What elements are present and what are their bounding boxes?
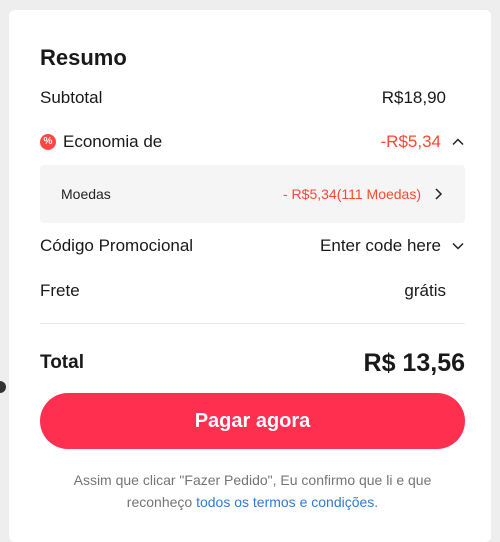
- chevron-right-icon[interactable]: [431, 187, 445, 201]
- promo-code-label: Código Promocional: [40, 236, 194, 255]
- chevron-down-icon[interactable]: [451, 239, 465, 253]
- chevron-up-icon[interactable]: [451, 135, 465, 149]
- saving-row[interactable]: % Economia de -R$5,34: [40, 127, 465, 157]
- summary-title: Resumo: [40, 45, 127, 70]
- subtotal-row: Subtotal R$18,90: [40, 83, 446, 113]
- shipping-label: Frete: [40, 281, 80, 300]
- saving-value: -R$5,34: [380, 132, 441, 151]
- promo-code-input-group[interactable]: Enter code here: [320, 236, 465, 256]
- saving-label-group: % Economia de: [40, 132, 162, 152]
- shipping-value: grátis: [404, 281, 446, 300]
- promo-code-row[interactable]: Código Promocional Enter code here: [40, 231, 465, 261]
- coins-label: Moedas: [61, 186, 111, 202]
- total-value: R$ 13,56: [363, 348, 465, 377]
- saving-value-group: -R$5,34: [381, 132, 465, 152]
- shipping-row: Frete grátis: [40, 276, 446, 306]
- promo-code-input[interactable]: Enter code here: [320, 236, 441, 256]
- subtotal-label: Subtotal: [40, 88, 103, 107]
- coins-discount-row[interactable]: Moedas - R$5,34(111 Moedas): [40, 165, 465, 223]
- saving-label: Economia de: [63, 132, 163, 151]
- total-row: Total R$ 13,56: [40, 345, 465, 381]
- side-indicator-dot: [0, 381, 6, 393]
- terms-notice: Assim que clicar "Fazer Pedido", Eu conf…: [40, 469, 465, 513]
- order-summary-card: Resumo Subtotal R$18,90 % Economia de -R…: [9, 10, 491, 542]
- terms-end: .: [374, 494, 379, 510]
- subtotal-value: R$18,90: [381, 88, 446, 107]
- discount-percent-icon: %: [40, 134, 56, 150]
- total-label: Total: [40, 352, 84, 373]
- terms-link[interactable]: todos os termos e condições: [196, 494, 374, 510]
- divider: [40, 323, 465, 324]
- coins-value: - R$5,34(111 Moedas): [283, 186, 421, 202]
- pay-now-button[interactable]: Pagar agora: [40, 393, 465, 449]
- coins-value-group: - R$5,34(111 Moedas): [283, 186, 445, 202]
